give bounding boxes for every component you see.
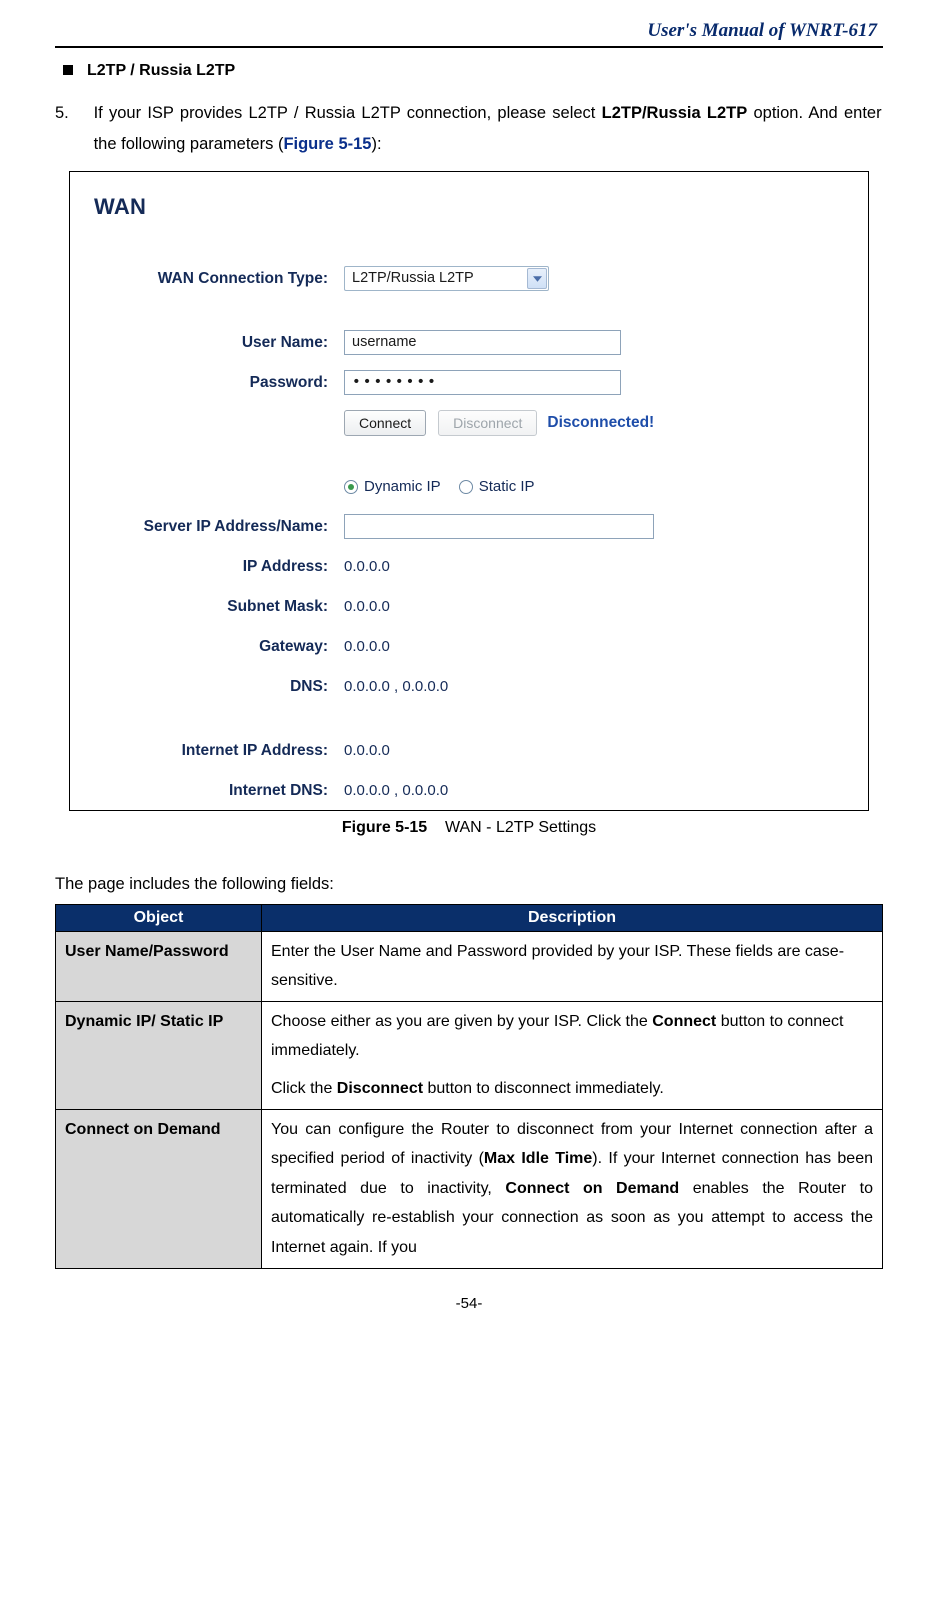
figure-caption-bold: Figure 5-15 bbox=[342, 819, 427, 836]
password-label: Password: bbox=[92, 374, 344, 392]
step-post2: ): bbox=[371, 135, 381, 153]
step-pre: If your ISP provides L2TP / Russia L2TP … bbox=[94, 104, 602, 122]
dns-value: 0.0.0.0 , 0.0.0.0 bbox=[344, 678, 448, 695]
step-text: If your ISP provides L2TP / Russia L2TP … bbox=[94, 98, 882, 161]
disconnect-button[interactable]: Disconnect bbox=[438, 410, 537, 436]
table-row: Dynamic IP/ Static IP Choose either as y… bbox=[56, 1001, 883, 1109]
username-label: User Name: bbox=[92, 334, 344, 352]
th-description: Description bbox=[262, 904, 883, 931]
step-bold: L2TP/Russia L2TP bbox=[602, 104, 748, 122]
step-number: 5. bbox=[55, 98, 89, 129]
subnet-mask-label: Subnet Mask: bbox=[92, 598, 344, 616]
server-input[interactable] bbox=[344, 514, 654, 539]
radio-static-ip[interactable]: Static IP bbox=[459, 478, 535, 495]
bullet-label: L2TP / Russia L2TP bbox=[87, 62, 235, 79]
page-number: -54- bbox=[55, 1295, 883, 1312]
connection-status: Disconnected! bbox=[547, 414, 654, 432]
bullet-heading: L2TP / Russia L2TP bbox=[63, 62, 883, 80]
internet-dns-label: Internet DNS: bbox=[92, 782, 344, 800]
table-intro: The page includes the following fields: bbox=[55, 875, 883, 894]
figure-caption: Figure 5-15 WAN - L2TP Settings bbox=[55, 819, 883, 837]
conn-type-select[interactable]: L2TP/Russia L2TP bbox=[344, 266, 549, 291]
figure-screenshot: WAN WAN Connection Type: L2TP/Russia L2T… bbox=[69, 171, 869, 811]
cell-description: Enter the User Name and Password provide… bbox=[262, 931, 883, 1001]
wan-title: WAN bbox=[94, 194, 856, 220]
radio-dynamic-label: Dynamic IP bbox=[364, 478, 441, 495]
connect-button[interactable]: Connect bbox=[344, 410, 426, 436]
desc-bold: Max Idle Time bbox=[484, 1150, 592, 1167]
subnet-mask-value: 0.0.0.0 bbox=[344, 598, 390, 615]
figure-caption-rest: WAN - L2TP Settings bbox=[427, 819, 596, 836]
radio-icon bbox=[344, 480, 358, 494]
radio-static-label: Static IP bbox=[479, 478, 535, 495]
table-row: Connect on Demand You can configure the … bbox=[56, 1109, 883, 1268]
ip-address-value: 0.0.0.0 bbox=[344, 558, 390, 575]
header-rule bbox=[55, 46, 883, 48]
gateway-value: 0.0.0.0 bbox=[344, 638, 390, 655]
radio-dynamic-ip[interactable]: Dynamic IP bbox=[344, 478, 441, 495]
cell-description: Choose either as you are given by your I… bbox=[262, 1001, 883, 1109]
cell-description: You can configure the Router to disconne… bbox=[262, 1109, 883, 1268]
cell-object: Dynamic IP/ Static IP bbox=[56, 1001, 262, 1109]
cell-object: Connect on Demand bbox=[56, 1109, 262, 1268]
desc-text: button to disconnect immediately. bbox=[423, 1080, 664, 1097]
doc-header: User's Manual of WNRT-617 bbox=[55, 20, 883, 42]
cell-object: User Name/Password bbox=[56, 931, 262, 1001]
username-value: username bbox=[352, 334, 416, 350]
desc-text: Choose either as you are given by your I… bbox=[271, 1013, 652, 1030]
radio-icon bbox=[459, 480, 473, 494]
th-object: Object bbox=[56, 904, 262, 931]
internet-ip-label: Internet IP Address: bbox=[92, 742, 344, 760]
square-bullet-icon bbox=[63, 65, 73, 75]
password-input[interactable]: •••••••• bbox=[344, 370, 621, 395]
desc-bold: Disconnect bbox=[337, 1080, 423, 1097]
ip-address-label: IP Address: bbox=[92, 558, 344, 576]
dns-label: DNS: bbox=[92, 678, 344, 696]
conn-type-value: L2TP/Russia L2TP bbox=[352, 270, 474, 286]
table-row: User Name/Password Enter the User Name a… bbox=[56, 931, 883, 1001]
internet-ip-value: 0.0.0.0 bbox=[344, 742, 390, 759]
gateway-label: Gateway: bbox=[92, 638, 344, 656]
internet-dns-value: 0.0.0.0 , 0.0.0.0 bbox=[344, 782, 448, 799]
desc-text: Click the bbox=[271, 1080, 337, 1097]
fields-table: Object Description User Name/Password En… bbox=[55, 904, 883, 1269]
desc-bold: Connect bbox=[652, 1013, 716, 1030]
figure-reference: Figure 5-15 bbox=[283, 135, 371, 153]
username-input[interactable]: username bbox=[344, 330, 621, 355]
server-label: Server IP Address/Name: bbox=[92, 518, 344, 536]
conn-type-label: WAN Connection Type: bbox=[92, 270, 344, 288]
password-value: •••••••• bbox=[352, 374, 438, 390]
step-paragraph: 5. If your ISP provides L2TP / Russia L2… bbox=[55, 98, 883, 161]
chevron-down-icon bbox=[527, 268, 547, 289]
desc-bold: Connect on Demand bbox=[505, 1180, 679, 1197]
